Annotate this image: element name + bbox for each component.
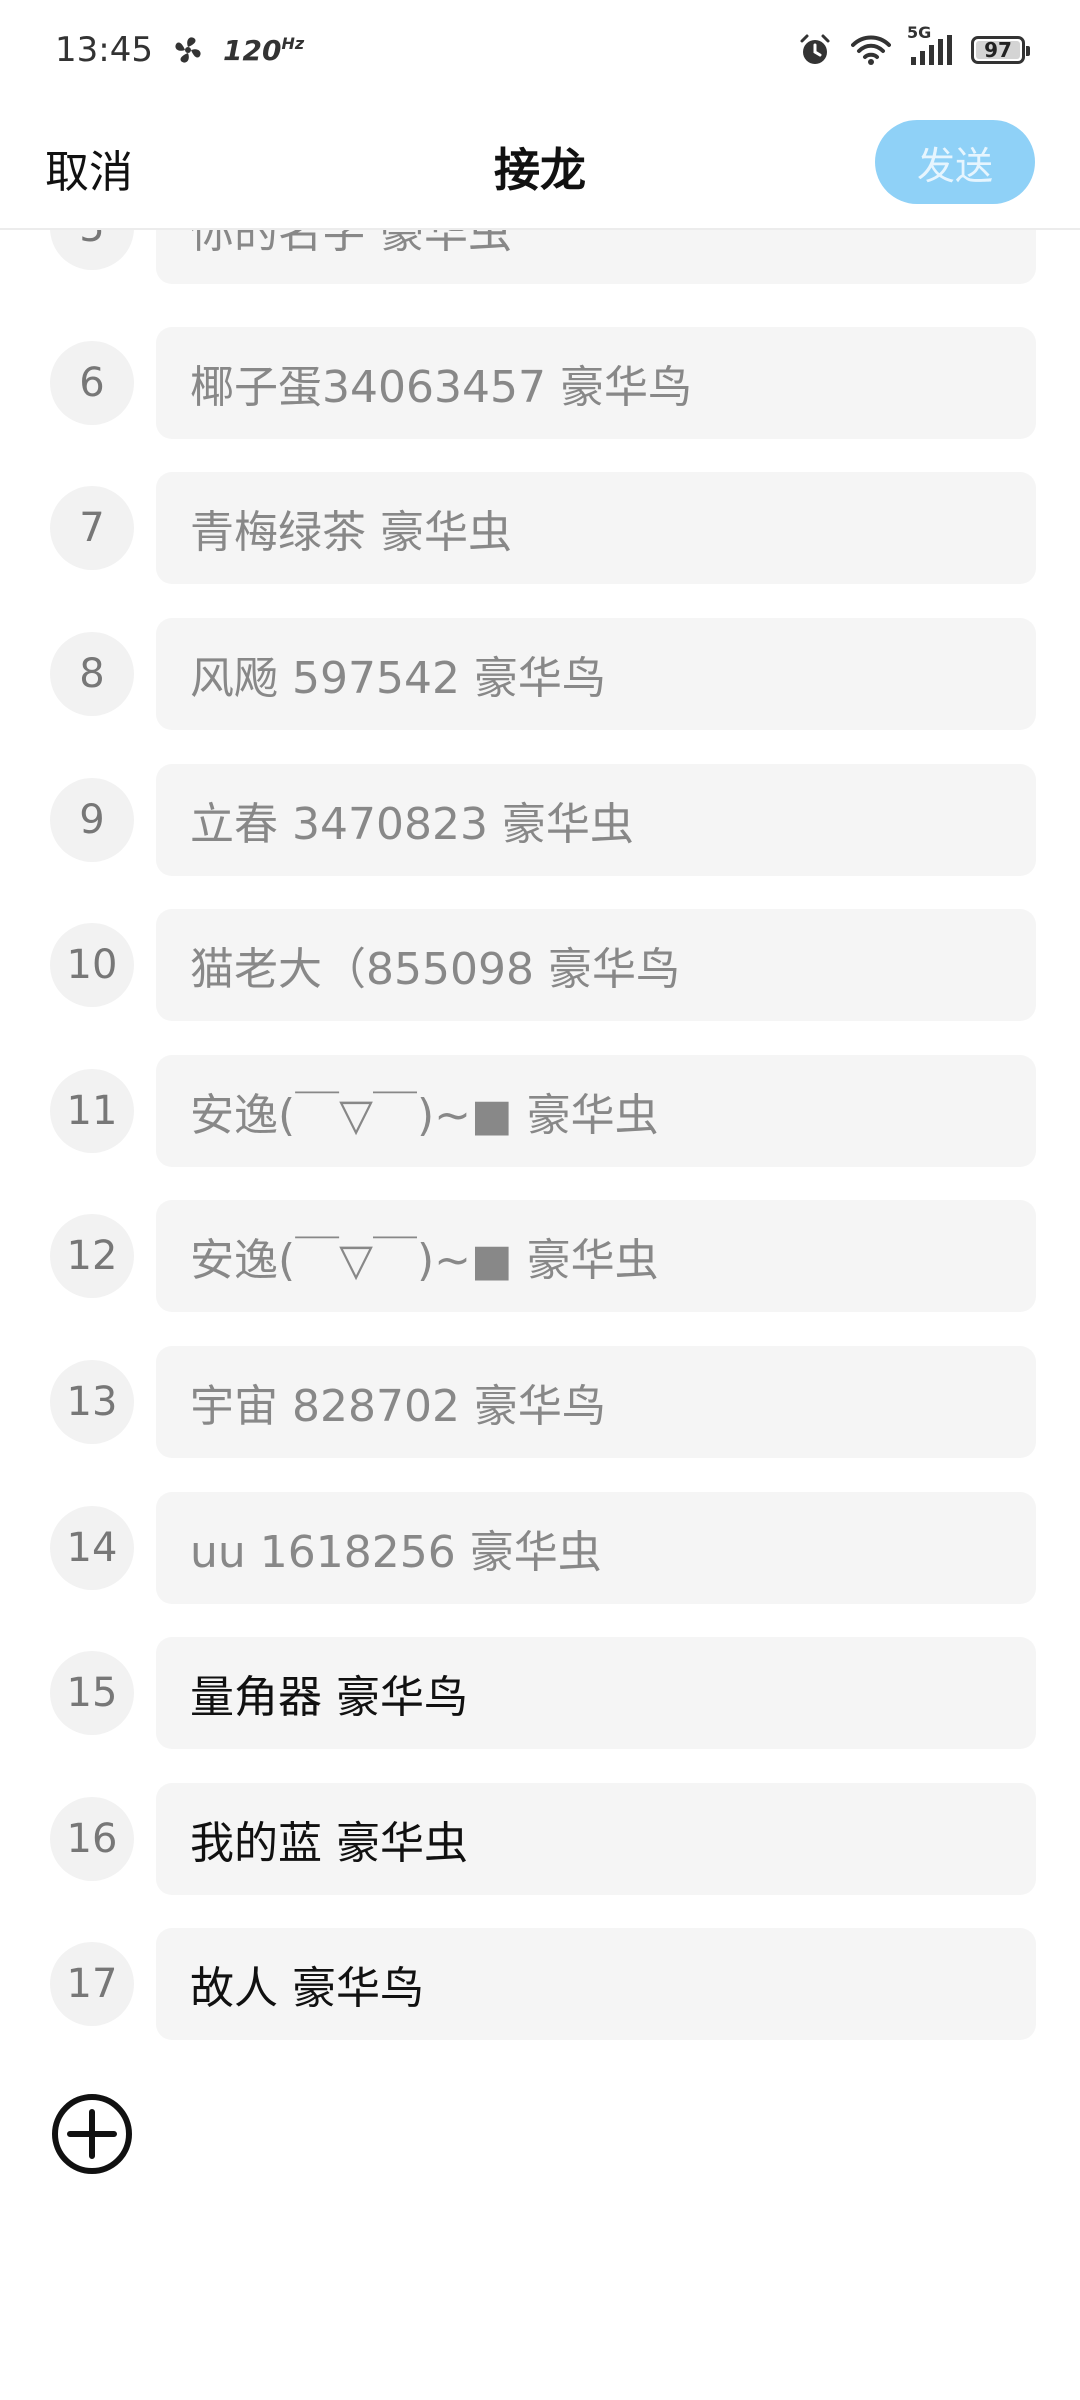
entry-number: 10 — [50, 923, 134, 1007]
list-item: 16 我的蓝 豪华虫 — [0, 1783, 1080, 1895]
battery-icon: 97 — [971, 36, 1030, 64]
list-item: 17 故人 豪华鸟 — [0, 1928, 1080, 2040]
entry-input[interactable]: uu 1618256 豪华虫 — [156, 1492, 1036, 1604]
list-item: 9 立春 3470823 豪华虫 — [0, 764, 1080, 876]
list-item: 14 uu 1618256 豪华虫 — [0, 1492, 1080, 1604]
wifi-icon — [851, 34, 891, 66]
entry-number: 11 — [50, 1069, 134, 1153]
entry-input[interactable]: 立春 3470823 豪华虫 — [156, 764, 1036, 876]
entry-input[interactable]: 故人 豪华鸟 — [156, 1928, 1036, 2040]
list-item: 8 风飏 597542 豪华鸟 — [0, 618, 1080, 730]
entry-input[interactable]: 宇宙 828702 豪华鸟 — [156, 1346, 1036, 1458]
entry-list[interactable]: 5 你的名字 豪华虫 6 椰子蛋34063457 豪华鸟 7 青梅绿茶 豪华虫 … — [0, 230, 1080, 2100]
network-type: 5G — [907, 23, 932, 42]
status-bar: 13:45 120Hz 5G 97 — [0, 0, 1080, 100]
entry-number: 9 — [50, 778, 134, 862]
list-item: 15 量角器 豪华鸟 — [0, 1637, 1080, 1749]
entry-number: 5 — [50, 230, 134, 270]
entry-number: 6 — [50, 341, 134, 425]
fan-icon — [171, 33, 205, 67]
entry-input[interactable]: 量角器 豪华鸟 — [156, 1637, 1036, 1749]
list-item: 12 安逸(￣▽￣)~■ 豪华虫 — [0, 1200, 1080, 1312]
entry-number: 16 — [50, 1797, 134, 1881]
entry-input[interactable]: 青梅绿茶 豪华虫 — [156, 472, 1036, 584]
entry-input[interactable]: 安逸(￣▽￣)~■ 豪华虫 — [156, 1055, 1036, 1167]
send-button[interactable]: 发送 — [875, 120, 1035, 204]
list-item: 10 猫老大（855098 豪华鸟 — [0, 909, 1080, 1021]
entry-input[interactable]: 椰子蛋34063457 豪华鸟 — [156, 327, 1036, 439]
refresh-rate: 120Hz — [222, 33, 305, 67]
list-item: 11 安逸(￣▽￣)~■ 豪华虫 — [0, 1055, 1080, 1167]
entry-number: 8 — [50, 632, 134, 716]
entry-number: 14 — [50, 1506, 134, 1590]
list-item: 6 椰子蛋34063457 豪华鸟 — [0, 327, 1080, 439]
entry-number: 17 — [50, 1942, 134, 2026]
list-item: 5 你的名字 豪华虫 — [0, 230, 1080, 284]
header: 取消 接龙 发送 — [0, 100, 1080, 230]
plus-circle-icon — [52, 2094, 132, 2174]
entry-number: 12 — [50, 1214, 134, 1298]
entry-input[interactable]: 你的名字 豪华虫 — [156, 230, 1036, 284]
entry-input[interactable]: 我的蓝 豪华虫 — [156, 1783, 1036, 1895]
entry-number: 15 — [50, 1651, 134, 1735]
signal-icon: 5G — [907, 23, 953, 65]
add-entry-button[interactable] — [50, 2092, 134, 2176]
entry-input[interactable]: 风飏 597542 豪华鸟 — [156, 618, 1036, 730]
battery-level: 97 — [984, 38, 1012, 62]
entry-input[interactable]: 安逸(￣▽￣)~■ 豪华虫 — [156, 1200, 1036, 1312]
list-item: 13 宇宙 828702 豪华鸟 — [0, 1346, 1080, 1458]
entry-input[interactable]: 猫老大（855098 豪华鸟 — [156, 909, 1036, 1021]
entry-number: 7 — [50, 486, 134, 570]
list-item: 7 青梅绿茶 豪华虫 — [0, 472, 1080, 584]
alarm-icon — [797, 32, 833, 68]
status-time: 13:45 — [55, 30, 153, 70]
entry-number: 13 — [50, 1360, 134, 1444]
